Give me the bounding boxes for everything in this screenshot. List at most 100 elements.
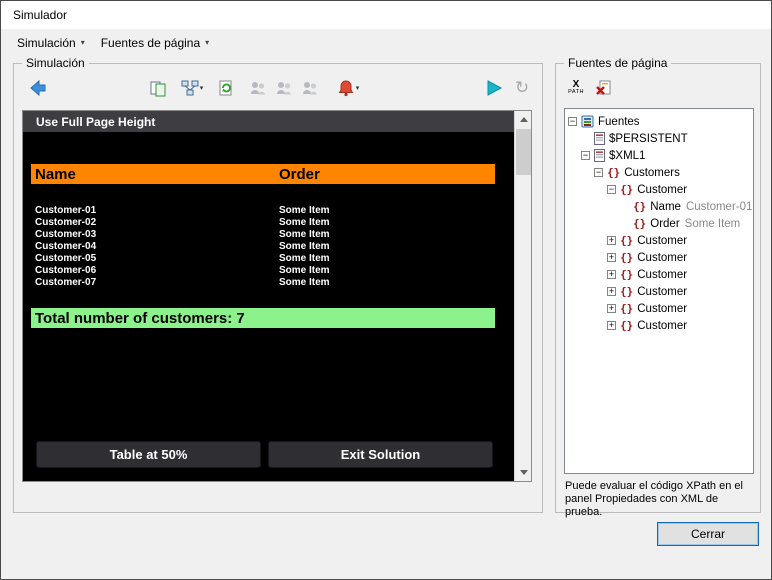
alerts-icon[interactable]: ▾ [332, 76, 364, 100]
cell-order: Some Item [279, 229, 330, 240]
play-icon[interactable] [482, 76, 506, 100]
cell-order: Some Item [279, 241, 330, 252]
header-order: Order [279, 166, 320, 183]
reload-sources-icon[interactable] [214, 76, 238, 100]
expand-icon[interactable]: + [607, 287, 616, 296]
restart-glyph: ↻ [515, 78, 529, 98]
page-flow-icon[interactable]: ▾ [176, 76, 208, 100]
tree-label: Customer [637, 286, 687, 298]
exit-solution-label: Exit Solution [341, 447, 420, 462]
tree-item-xml1[interactable]: − $XML1 [565, 147, 753, 164]
users-icon-3[interactable] [298, 76, 322, 100]
tree-item-customer[interactable]: + {} Customer [565, 283, 753, 300]
element-icon: {} [620, 183, 633, 196]
tree-item-customers[interactable]: − {} Customers [565, 164, 753, 181]
flow-chart-icon [181, 79, 199, 97]
cell-name: Customer-05 [35, 253, 96, 264]
tree-item-name[interactable]: {} Name Customer-01 [565, 198, 753, 215]
exit-solution-button[interactable]: Exit Solution [268, 441, 493, 468]
xpath-path-glyph: PATH [568, 90, 584, 96]
element-icon: {} [633, 200, 646, 213]
element-icon: {} [620, 268, 633, 281]
tree-item-fuentes[interactable]: − Fuentes [565, 113, 753, 130]
tree-label: Customer [637, 320, 687, 332]
table-row: Customer-07 Some Item [23, 277, 514, 289]
element-icon: {} [620, 285, 633, 298]
menu-bar: Simulación ▾ Fuentes de página ▾ [1, 29, 771, 56]
tree-item-customer[interactable]: + {} Customer [565, 300, 753, 317]
phone-scrollbar[interactable] [514, 111, 531, 481]
tree-item-customer[interactable]: + {} Customer [565, 317, 753, 334]
customer-table: Customer-01 Some Item Customer-02 Some I… [23, 205, 514, 289]
tree-label: Customer [637, 303, 687, 315]
expand-icon[interactable]: + [607, 236, 616, 245]
sources-toolbar: X PATH [564, 74, 752, 102]
element-icon: {} [620, 251, 633, 264]
table-row: Customer-02 Some Item [23, 217, 514, 229]
collapse-icon[interactable]: − [568, 117, 577, 126]
pages-icon [149, 79, 167, 97]
cell-name: Customer-03 [35, 229, 96, 240]
cell-name: Customer-06 [35, 265, 96, 276]
refresh-page-icon [217, 79, 235, 97]
scroll-down-icon[interactable] [515, 464, 532, 481]
delete-xml-icon[interactable] [592, 76, 616, 100]
tree-item-customer-expanded[interactable]: − {} Customer [565, 181, 753, 198]
window-titlebar: Simulador [1, 1, 771, 29]
header-name: Name [31, 166, 76, 183]
element-icon: {} [620, 319, 633, 332]
window-title: Simulador [13, 8, 67, 22]
back-icon[interactable] [26, 76, 50, 100]
table-row: Customer-04 Some Item [23, 241, 514, 253]
expand-icon[interactable]: + [607, 270, 616, 279]
expand-icon[interactable]: + [607, 304, 616, 313]
scroll-up-icon[interactable] [515, 111, 532, 128]
table-50-label: Table at 50% [110, 447, 188, 462]
tree-label: Customer [637, 252, 687, 264]
xpath-hint-text: Puede evaluar el código XPath en el pane… [565, 480, 755, 519]
table-row: Customer-01 Some Item [23, 205, 514, 217]
tree-item-persistent[interactable]: $PERSISTENT [565, 130, 753, 147]
collapse-icon[interactable]: − [581, 151, 590, 160]
tree-item-customer[interactable]: + {} Customer [565, 266, 753, 283]
tree-value: Customer-01 [686, 201, 752, 213]
close-button-label: Cerrar [691, 527, 725, 541]
menu-fuentes-label: Fuentes de página [101, 36, 200, 50]
table-header-row: Name Order [31, 164, 495, 184]
tree-item-customer[interactable]: + {} Customer [565, 232, 753, 249]
restart-icon[interactable]: ↻ [510, 76, 534, 100]
collapse-icon[interactable]: − [607, 185, 616, 194]
two-users-icon [275, 79, 293, 97]
expand-icon[interactable]: + [607, 321, 616, 330]
sources-tree: − Fuentes $PERSISTENT − $XML1 [564, 108, 754, 474]
bell-icon [337, 79, 355, 97]
cell-order: Some Item [279, 265, 330, 276]
tree-label: Customer [637, 184, 687, 196]
users-icon-2[interactable] [272, 76, 296, 100]
tree-label: Customer [637, 235, 687, 247]
cell-name: Customer-02 [35, 217, 96, 228]
close-button[interactable]: Cerrar [657, 522, 759, 546]
table-row: Customer-05 Some Item [23, 253, 514, 265]
sources-groupbox: Fuentes de página X PATH − [555, 63, 761, 513]
menu-simulacion[interactable]: Simulación ▾ [9, 32, 93, 54]
cell-name: Customer-01 [35, 205, 96, 216]
table-50-button[interactable]: Table at 50% [36, 441, 261, 468]
menu-simulacion-label: Simulación [17, 36, 76, 50]
element-icon: {} [620, 302, 633, 315]
tree-item-customer[interactable]: + {} Customer [565, 249, 753, 266]
element-icon: {} [633, 217, 646, 230]
total-bar: Total number of customers: 7 [31, 308, 495, 328]
total-label: Total number of customers: 7 [35, 310, 245, 327]
collapse-icon[interactable]: − [594, 168, 603, 177]
expand-icon[interactable]: + [607, 253, 616, 262]
xpath-icon[interactable]: X PATH [564, 76, 588, 100]
element-icon: {} [607, 166, 620, 179]
tree-item-order[interactable]: {} Order Some Item [565, 215, 753, 232]
update-display-icon[interactable] [146, 76, 170, 100]
scrollbar-thumb[interactable] [516, 129, 531, 175]
cell-order: Some Item [279, 217, 330, 228]
menu-fuentes[interactable]: Fuentes de página ▾ [93, 32, 217, 54]
users-icon-1[interactable] [246, 76, 270, 100]
cell-name: Customer-07 [35, 277, 96, 288]
